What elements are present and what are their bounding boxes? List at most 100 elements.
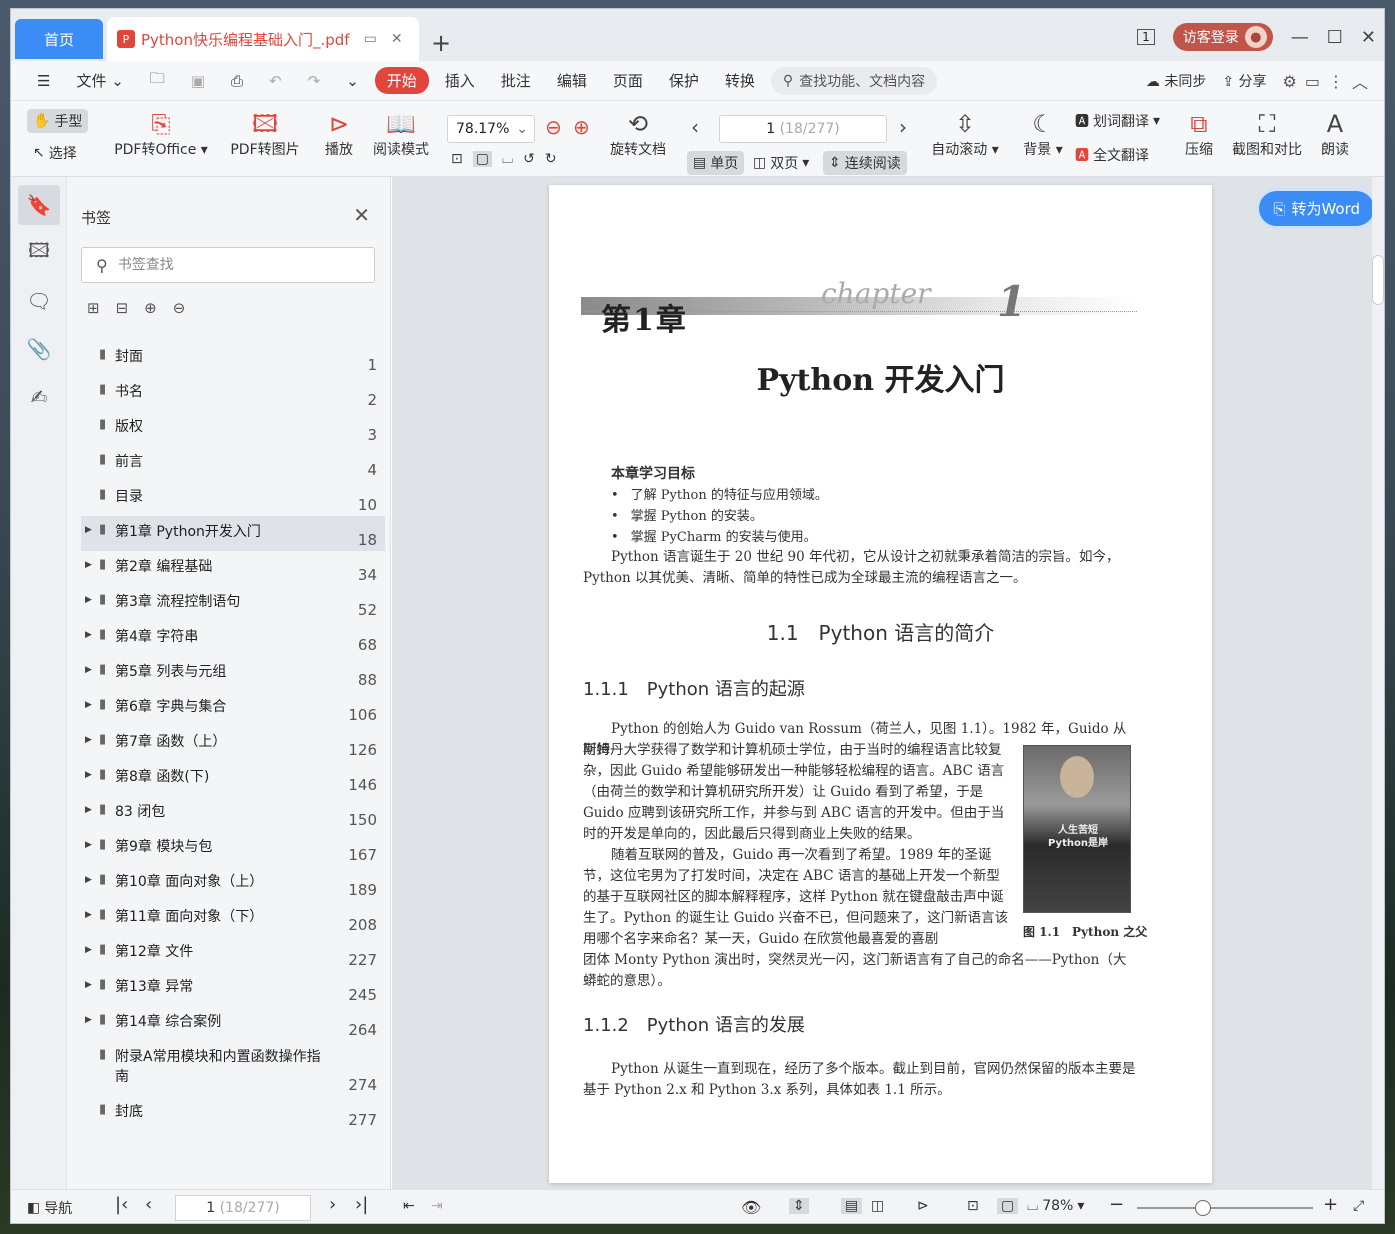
read-aloud-button[interactable]: A 朗读	[1317, 109, 1353, 159]
bookmark-item[interactable]: ▮ 附录A常用模块和内置函数操作指南 274	[81, 1041, 385, 1096]
vertical-scrollbar[interactable]	[1372, 177, 1384, 1189]
guest-login-button[interactable]: 访客登录 ●	[1172, 23, 1273, 51]
actual-size-icon[interactable]: ⊡	[451, 151, 463, 167]
menu-insert[interactable]: 插入	[435, 66, 485, 95]
tab-document[interactable]: P Python快乐编程基础入门_.pdf ▭ ✕	[107, 17, 419, 61]
save-icon[interactable]: ▣	[181, 68, 215, 94]
word-translate-button[interactable]: 🅰 划词翻译 ▾	[1075, 111, 1160, 131]
menu-protect[interactable]: 保护	[659, 66, 709, 95]
double-view-icon[interactable]: ◫	[871, 1198, 884, 1214]
collapse-icon[interactable]: ︿	[1352, 69, 1368, 93]
fit-page-icon[interactable]: ▢	[472, 151, 492, 167]
expand-arrow-icon[interactable]: ▶	[85, 557, 99, 570]
expand-all-icon[interactable]: ⊞	[87, 299, 100, 317]
print-icon[interactable]: ⎙	[221, 68, 253, 94]
expand-arrow-icon[interactable]: ▶	[85, 977, 99, 990]
zoom-slider[interactable]	[1137, 1207, 1313, 1209]
undo-icon[interactable]: ↶	[259, 68, 292, 94]
zoom-out-icon[interactable]: ⊖	[545, 115, 562, 139]
last-page-icon[interactable]: ›|	[355, 1194, 368, 1215]
zoom-slider-knob[interactable]	[1195, 1200, 1211, 1216]
actual-size-icon[interactable]: ⊡	[967, 1198, 979, 1214]
zoom-in-icon[interactable]: ⊕	[573, 115, 590, 139]
status-page-input[interactable]: 1 (18/277)	[175, 1195, 311, 1221]
bookmark-item[interactable]: ▶ ▮ 第6章 字典与集合 106	[81, 691, 385, 726]
close-tab-icon[interactable]: ✕	[391, 31, 403, 47]
double-page-button[interactable]: ◫ 双页 ▾	[753, 153, 809, 173]
hand-tool-button[interactable]: ✋ 手型	[27, 109, 89, 133]
menu-edit[interactable]: 编辑	[547, 66, 597, 95]
expand-arrow-icon[interactable]: ▶	[85, 907, 99, 920]
full-translate-button[interactable]: 🅰 全文翻译	[1075, 145, 1149, 165]
read-mode-button[interactable]: 📖 阅读模式	[369, 109, 433, 159]
signature-rail-icon[interactable]: ✍	[18, 377, 60, 417]
fullscreen-icon[interactable]: ⤢	[1353, 1198, 1364, 1214]
rotate-left-icon[interactable]: ↺	[523, 151, 535, 167]
bookmark-item[interactable]: ▶ ▮ 第5章 列表与元组 88	[81, 656, 385, 691]
add-tab-button[interactable]: +	[431, 29, 451, 57]
bookmark-item[interactable]: ▶ ▮ 第2章 编程基础 34	[81, 551, 385, 586]
zoom-select[interactable]: 78.17% ⌄	[447, 115, 535, 143]
pdf-to-office-button[interactable]: ⎘ PDF转Office ▾	[113, 109, 209, 159]
continuous-read-button[interactable]: ⇕ 连续阅读	[823, 151, 907, 175]
bookmark-item[interactable]: ▶ ▮ 第11章 面向对象（下） 208	[81, 901, 385, 936]
menu-annotate[interactable]: 批注	[491, 66, 541, 95]
menu-file[interactable]: 文件 ⌄	[66, 66, 133, 95]
sync-status[interactable]: ☁ 未同步	[1146, 71, 1206, 91]
prev-page-icon[interactable]: ‹	[691, 115, 699, 139]
collapse-all-icon[interactable]: ⊟	[116, 299, 129, 317]
bookmark-item[interactable]: ▶ ▮ 第7章 函数（上） 126	[81, 726, 385, 761]
more-vertical-icon[interactable]: ⋮	[1328, 72, 1344, 91]
screenshot-compare-button[interactable]: ⛶ 截图和对比	[1227, 109, 1307, 159]
close-icon[interactable]: ✕	[353, 203, 370, 227]
bookmark-item[interactable]: ▶ ▮ 第4章 字符串 68	[81, 621, 385, 656]
expand-arrow-icon[interactable]: ▶	[85, 837, 99, 850]
page-count-indicator[interactable]: 1	[1137, 29, 1155, 45]
expand-arrow-icon[interactable]: ▶	[85, 1012, 99, 1025]
zoom-out-icon[interactable]: −	[1109, 1194, 1124, 1215]
prev-page-icon[interactable]: ‹	[145, 1194, 152, 1215]
single-page-button[interactable]: ▤ 单页	[687, 151, 745, 175]
next-page-icon[interactable]: ›	[899, 115, 907, 139]
expand-arrow-icon[interactable]: ▶	[85, 942, 99, 955]
convert-to-word-button[interactable]: ⎘ 转为Word	[1259, 191, 1374, 226]
expand-arrow-icon[interactable]: ▶	[85, 592, 99, 605]
bookmark-search[interactable]: ⚲	[81, 247, 375, 283]
menu-page[interactable]: 页面	[603, 66, 653, 95]
bookmark-item[interactable]: ▶ ▮ 第14章 综合案例 264	[81, 1006, 385, 1041]
bookmark-item[interactable]: ▮ 封底 277	[81, 1096, 385, 1131]
minimize-icon[interactable]: —	[1291, 27, 1309, 48]
eye-protection-icon[interactable]: 👁	[741, 1198, 761, 1217]
bookmark-item[interactable]: ▶ ▮ 第1章 Python开发入门 18	[81, 516, 385, 551]
bookmark-search-input[interactable]	[117, 257, 338, 273]
fit-width-icon[interactable]: ⌴	[502, 151, 513, 167]
feature-search[interactable]: ⚲ 查找功能、文档内容	[770, 66, 938, 95]
bookmark-item[interactable]: ▶ ▮ 第3章 流程控制语句 52	[81, 586, 385, 621]
bookmark-item[interactable]: ▶ ▮ 83 闭包 150	[81, 796, 385, 831]
bookmark-item[interactable]: ▶ ▮ 第10章 面向对象（上） 189	[81, 866, 385, 901]
zoom-in-icon[interactable]: +	[1323, 1194, 1338, 1215]
background-button[interactable]: ☾ 背景 ▾	[1021, 109, 1065, 159]
status-zoom-select[interactable]: ⌴ 78% ▾	[1027, 1198, 1084, 1214]
forward-icon[interactable]: ⇥	[431, 1198, 443, 1214]
share-button[interactable]: ⇪ 分享	[1222, 71, 1266, 91]
single-view-icon[interactable]: ▤	[841, 1198, 863, 1214]
bookmark-item[interactable]: ▶ ▮ 第9章 模块与包 167	[81, 831, 385, 866]
first-page-icon[interactable]: |‹	[115, 1194, 128, 1215]
play-button[interactable]: ⊳ 播放	[321, 109, 357, 159]
add-bookmark-icon[interactable]: ⊕	[144, 299, 157, 317]
attachment-rail-icon[interactable]: 📎	[18, 329, 60, 369]
screen-icon[interactable]: ▭	[364, 31, 377, 47]
back-icon[interactable]: ⇤	[403, 1198, 415, 1214]
rotate-right-icon[interactable]: ↻	[545, 151, 557, 167]
open-icon[interactable]: 🗀	[140, 64, 175, 97]
thumbnail-rail-icon[interactable]: 🖾	[18, 233, 60, 273]
redo-icon[interactable]: ↷	[298, 68, 331, 94]
rotate-document-button[interactable]: ⟲ 旋转文档	[607, 109, 669, 159]
expand-arrow-icon[interactable]: ▶	[85, 732, 99, 745]
menu-convert[interactable]: 转换	[715, 66, 765, 95]
document-viewport[interactable]: 第1章 chapter 1 Python 开发入门 本章学习目标 了解 Pyth…	[392, 177, 1384, 1189]
tab-home[interactable]: 首页	[15, 19, 103, 59]
expand-arrow-icon[interactable]: ▶	[85, 522, 99, 535]
pdf-to-image-button[interactable]: 🖾 PDF转图片	[227, 109, 303, 159]
